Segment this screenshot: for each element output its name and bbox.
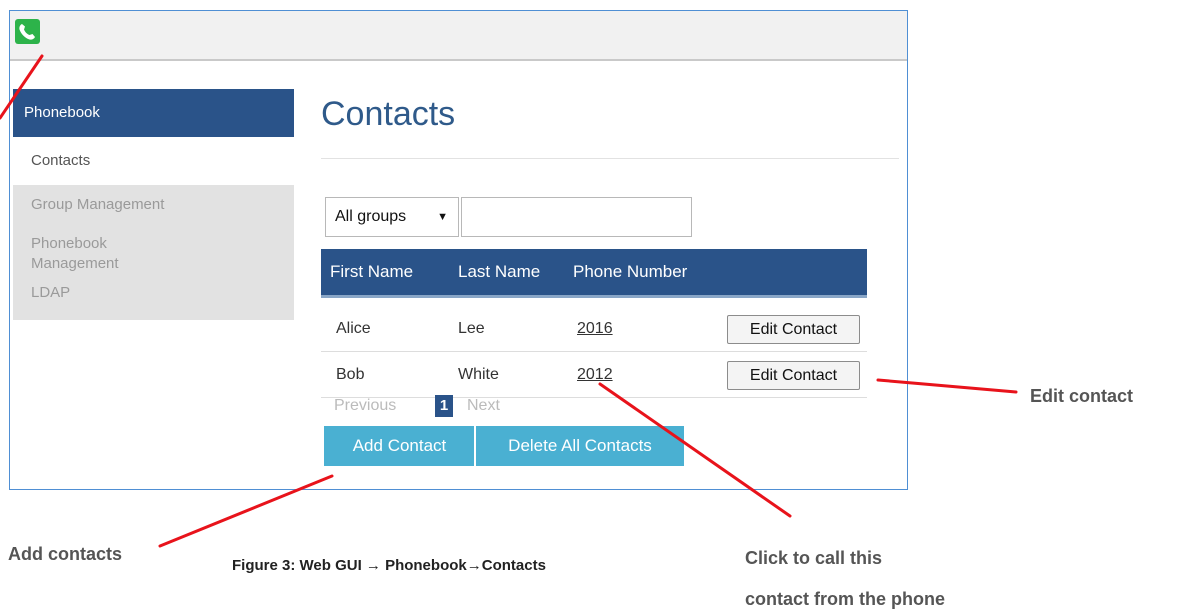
annotation-edit-contact: Edit contact	[1030, 386, 1134, 406]
annotation-line-call	[598, 382, 792, 518]
annotation-add-contacts: Add contacts	[8, 544, 123, 564]
annotation-line-logo	[0, 54, 44, 120]
annotation-call-line2: contact from the phone	[745, 589, 946, 609]
annotation-line-add	[158, 474, 334, 548]
annotation-call-line1: Click to call this	[745, 548, 883, 568]
annotation-line-edit	[876, 378, 1018, 394]
figure-caption: Figure 3: Web GUI → Phonebook→Contacts	[232, 557, 546, 574]
annotation-lines	[0, 54, 1018, 548]
